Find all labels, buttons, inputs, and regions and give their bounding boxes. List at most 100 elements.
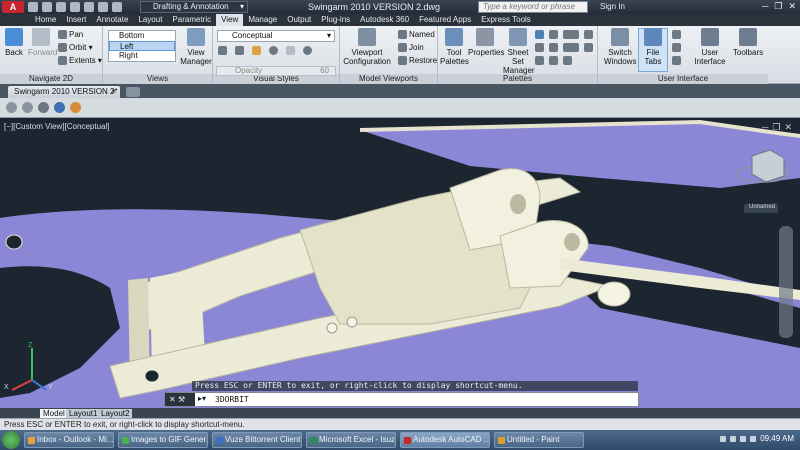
command-line[interactable]: ✕ ⚒ ▸▾ 3DORBIT (164, 392, 639, 407)
hidden-icon[interactable] (38, 102, 49, 113)
toolbars-button[interactable]: Toolbars (732, 28, 764, 57)
customize-wrench-icon[interactable]: ⚒ (178, 395, 185, 404)
tray-icon[interactable] (730, 436, 736, 442)
command-input[interactable]: 3DORBIT (215, 395, 249, 404)
tab-home[interactable]: Home (30, 14, 61, 26)
close-icon[interactable]: ✕ (788, 1, 796, 12)
forward-button[interactable]: Forward (28, 28, 57, 57)
tool-palettes-button[interactable]: Tool Palettes (440, 28, 469, 66)
restore-button[interactable]: Restore (398, 56, 437, 66)
tab-featured-apps[interactable]: Featured Apps (414, 14, 476, 26)
layout-tab-layout2[interactable]: Layout2 (98, 409, 133, 418)
tab-parametric[interactable]: Parametric (167, 14, 216, 26)
taskbar-item[interactable]: Untitled - Paint (494, 432, 584, 448)
sign-in-button[interactable]: Sign In (600, 2, 625, 11)
tab-autodesk-360[interactable]: Autodesk 360 (355, 14, 414, 26)
taskbar-item[interactable]: Microsoft Excel - Isuz... (306, 432, 396, 448)
tile-vertical-icon[interactable] (584, 43, 593, 52)
status-bar-icon[interactable] (672, 43, 681, 52)
layers-icon[interactable] (549, 30, 558, 39)
sphere-icon[interactable] (303, 46, 312, 55)
command-arrow-icon[interactable]: ▸▾ (198, 394, 206, 403)
tray-icon[interactable] (720, 436, 726, 442)
pan-button[interactable]: Pan (58, 30, 83, 40)
tab-layout[interactable]: Layout (133, 14, 167, 26)
realistic-icon[interactable] (54, 102, 65, 113)
taskbar-item[interactable]: Vuze Bittorrent Client (212, 432, 302, 448)
external-references-icon[interactable] (535, 56, 544, 65)
view-item-left[interactable]: Left (109, 41, 175, 51)
workspace-dropdown[interactable]: Drafting & Annotation (140, 1, 248, 13)
taskbar-item[interactable]: Images to GIF Gener... (118, 432, 208, 448)
print-icon[interactable] (84, 2, 94, 12)
tab-insert[interactable]: Insert (61, 14, 91, 26)
open-icon[interactable] (42, 2, 52, 12)
tile-icon[interactable] (570, 30, 579, 39)
sheet-set-manager-button[interactable]: Sheet Set Manager (503, 28, 535, 75)
tab-annotate[interactable]: Annotate (91, 14, 133, 26)
shadow-icon[interactable] (286, 46, 295, 55)
conceptual-icon[interactable] (70, 102, 81, 113)
minimize-icon[interactable]: ─ (762, 1, 768, 12)
2d-wireframe-icon[interactable] (6, 102, 17, 113)
design-center-icon[interactable] (535, 30, 544, 39)
3d-wireframe-icon[interactable] (22, 102, 33, 113)
viewport-configuration-button[interactable]: Viewport Configuration (342, 28, 392, 66)
visual-style-dropdown[interactable]: Conceptual (217, 30, 335, 42)
tab-view[interactable]: View (216, 14, 244, 26)
minimize-icon[interactable]: ─ (762, 122, 772, 132)
lighting-icon[interactable] (252, 46, 261, 55)
taskbar-item[interactable]: Inbox - Outlook - Mi... (24, 432, 114, 448)
redo-icon[interactable] (112, 2, 122, 12)
materials-icon[interactable] (549, 56, 558, 65)
restore-icon[interactable]: ❐ (772, 122, 784, 132)
network-icon[interactable] (750, 436, 756, 442)
file-tabs-button[interactable]: File Tabs (638, 28, 668, 66)
tab-express-tools[interactable]: Express Tools (476, 14, 536, 26)
layout-tab-model[interactable]: Model (40, 409, 68, 418)
save-as-icon[interactable] (70, 2, 80, 12)
application-menu-button[interactable]: A (2, 1, 24, 13)
tab-plug-ins[interactable]: Plug-ins (316, 14, 355, 26)
start-button[interactable] (2, 431, 20, 449)
material-icon[interactable] (269, 46, 278, 55)
layout-tab-layout1[interactable]: Layout1 (66, 409, 101, 418)
undo-icon[interactable] (98, 2, 108, 12)
close-command-icon[interactable]: ✕ (169, 395, 176, 404)
volume-icon[interactable] (740, 436, 746, 442)
close-tab-icon[interactable]: × (111, 86, 116, 98)
save-icon[interactable] (56, 2, 66, 12)
close-icon[interactable]: ✕ (784, 122, 796, 132)
edge-icon[interactable] (218, 46, 227, 55)
markup-icon[interactable] (535, 43, 544, 52)
face-style-icon[interactable] (235, 46, 244, 55)
new-tab-button[interactable] (126, 87, 140, 97)
arrange-icon[interactable] (570, 43, 579, 52)
tab-manage[interactable]: Manage (243, 14, 282, 26)
opacity-slider[interactable]: Opacity 60 (216, 66, 336, 76)
tab-output[interactable]: Output (282, 14, 316, 26)
dbconnect-icon[interactable] (549, 43, 558, 52)
viewport-label[interactable]: [−][Custom View][Conceptual] (4, 122, 109, 131)
taskbar-item[interactable]: Autodesk AutoCAD ... (400, 432, 490, 448)
restore-icon[interactable]: ❐ (774, 1, 782, 12)
visual-styles-icon[interactable] (563, 56, 572, 65)
user-interface-button[interactable]: User Interface (692, 28, 728, 66)
cascade-icon[interactable] (584, 30, 593, 39)
orbit-button[interactable]: Orbit ▾ (58, 43, 93, 53)
switch-windows-button[interactable]: Switch Windows (604, 28, 636, 66)
named-button[interactable]: Named (398, 30, 435, 40)
view-item-right[interactable]: Right (109, 51, 175, 61)
navigation-bar-icon[interactable] (672, 56, 681, 65)
search-input[interactable]: Type a keyword or phrase (478, 1, 588, 13)
new-icon[interactable] (28, 2, 38, 12)
back-button[interactable]: Back (3, 28, 25, 57)
view-manager-button[interactable]: View Manager (180, 28, 212, 66)
view-item-bottom[interactable]: Bottom (109, 31, 175, 41)
file-tab-swingarm[interactable]: Swingarm 2010 VERSION 2* × (8, 86, 120, 98)
properties-button[interactable]: Properties (468, 28, 504, 57)
join-button[interactable]: Join (398, 43, 424, 53)
extents-button[interactable]: Extents ▾ (58, 56, 102, 66)
drawing-viewport[interactable]: [−][Custom View][Conceptual] ─❐✕ Unnamed… (0, 118, 800, 410)
layout-tabs-icon[interactable] (672, 30, 681, 39)
